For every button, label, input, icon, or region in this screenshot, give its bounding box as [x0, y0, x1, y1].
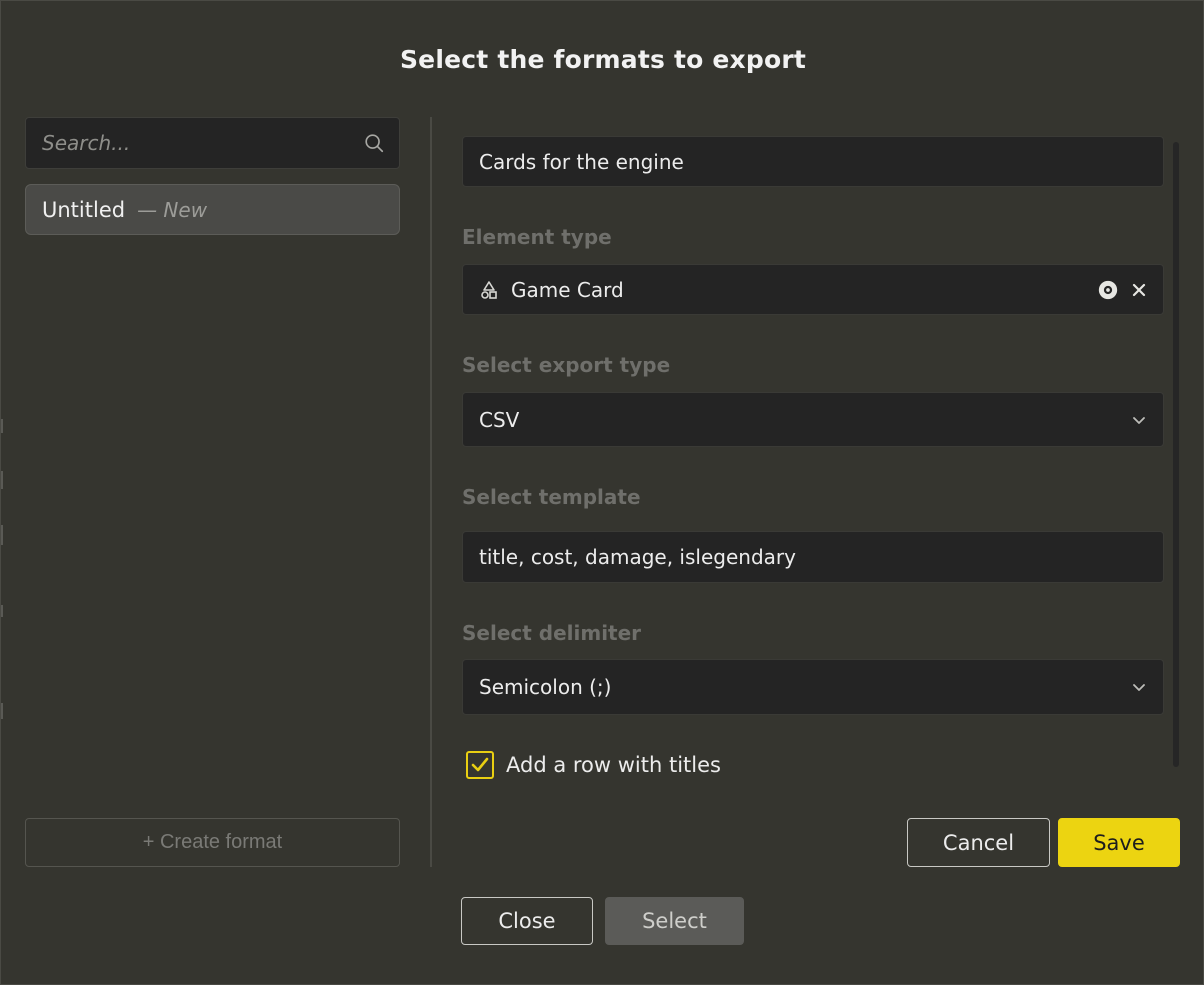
edge-artifact	[1, 605, 3, 617]
create-format-button[interactable]: + Create format	[25, 818, 400, 867]
close-icon[interactable]	[1131, 282, 1147, 298]
edge-artifact	[1, 471, 3, 489]
export-type-label: Select export type	[462, 353, 671, 377]
edge-artifact	[1, 703, 3, 719]
panel-divider	[430, 117, 432, 867]
add-titles-checkbox[interactable]	[466, 751, 494, 779]
format-item-new-badge: — New	[137, 197, 208, 222]
search-box[interactable]	[25, 117, 400, 169]
check-icon	[471, 757, 489, 772]
export-type-select[interactable]: CSV	[462, 392, 1164, 447]
template-input[interactable]	[479, 545, 1147, 569]
template-field[interactable]	[462, 531, 1164, 583]
dialog-title: Select the formats to export	[399, 45, 807, 74]
select-button[interactable]: Select	[605, 897, 744, 945]
format-list-item[interactable]: Untitled — New	[25, 184, 400, 235]
delimiter-label: Select delimiter	[462, 621, 642, 645]
format-item-name: Untitled	[42, 197, 126, 222]
edge-artifact	[1, 419, 3, 433]
cancel-button[interactable]: Cancel	[907, 818, 1050, 867]
edge-artifact	[1, 525, 3, 545]
format-name-field[interactable]	[462, 136, 1164, 187]
element-type-value: Game Card	[511, 277, 624, 302]
shapes-icon	[481, 280, 497, 299]
format-name-input[interactable]	[479, 149, 1147, 174]
delimiter-select[interactable]: Semicolon (;)	[462, 659, 1164, 715]
element-type-label: Element type	[462, 225, 612, 249]
chevron-down-icon	[1133, 684, 1145, 691]
search-input[interactable]	[42, 131, 363, 155]
close-button[interactable]: Close	[461, 897, 593, 945]
template-label: Select template	[462, 485, 641, 509]
form-scrollbar[interactable]	[1173, 142, 1179, 767]
element-type-field[interactable]: Game Card	[462, 264, 1164, 315]
save-button[interactable]: Save	[1058, 818, 1180, 867]
chevron-down-icon	[1133, 416, 1145, 424]
export-formats-dialog: Select the formats to export Untitled — …	[0, 0, 1204, 985]
export-type-value: CSV	[479, 407, 520, 432]
add-titles-row[interactable]: Add a row with titles	[466, 751, 721, 779]
delimiter-value: Semicolon (;)	[479, 675, 612, 699]
add-titles-label: Add a row with titles	[506, 753, 721, 777]
eye-icon[interactable]	[1097, 279, 1119, 301]
search-icon[interactable]	[363, 132, 385, 154]
